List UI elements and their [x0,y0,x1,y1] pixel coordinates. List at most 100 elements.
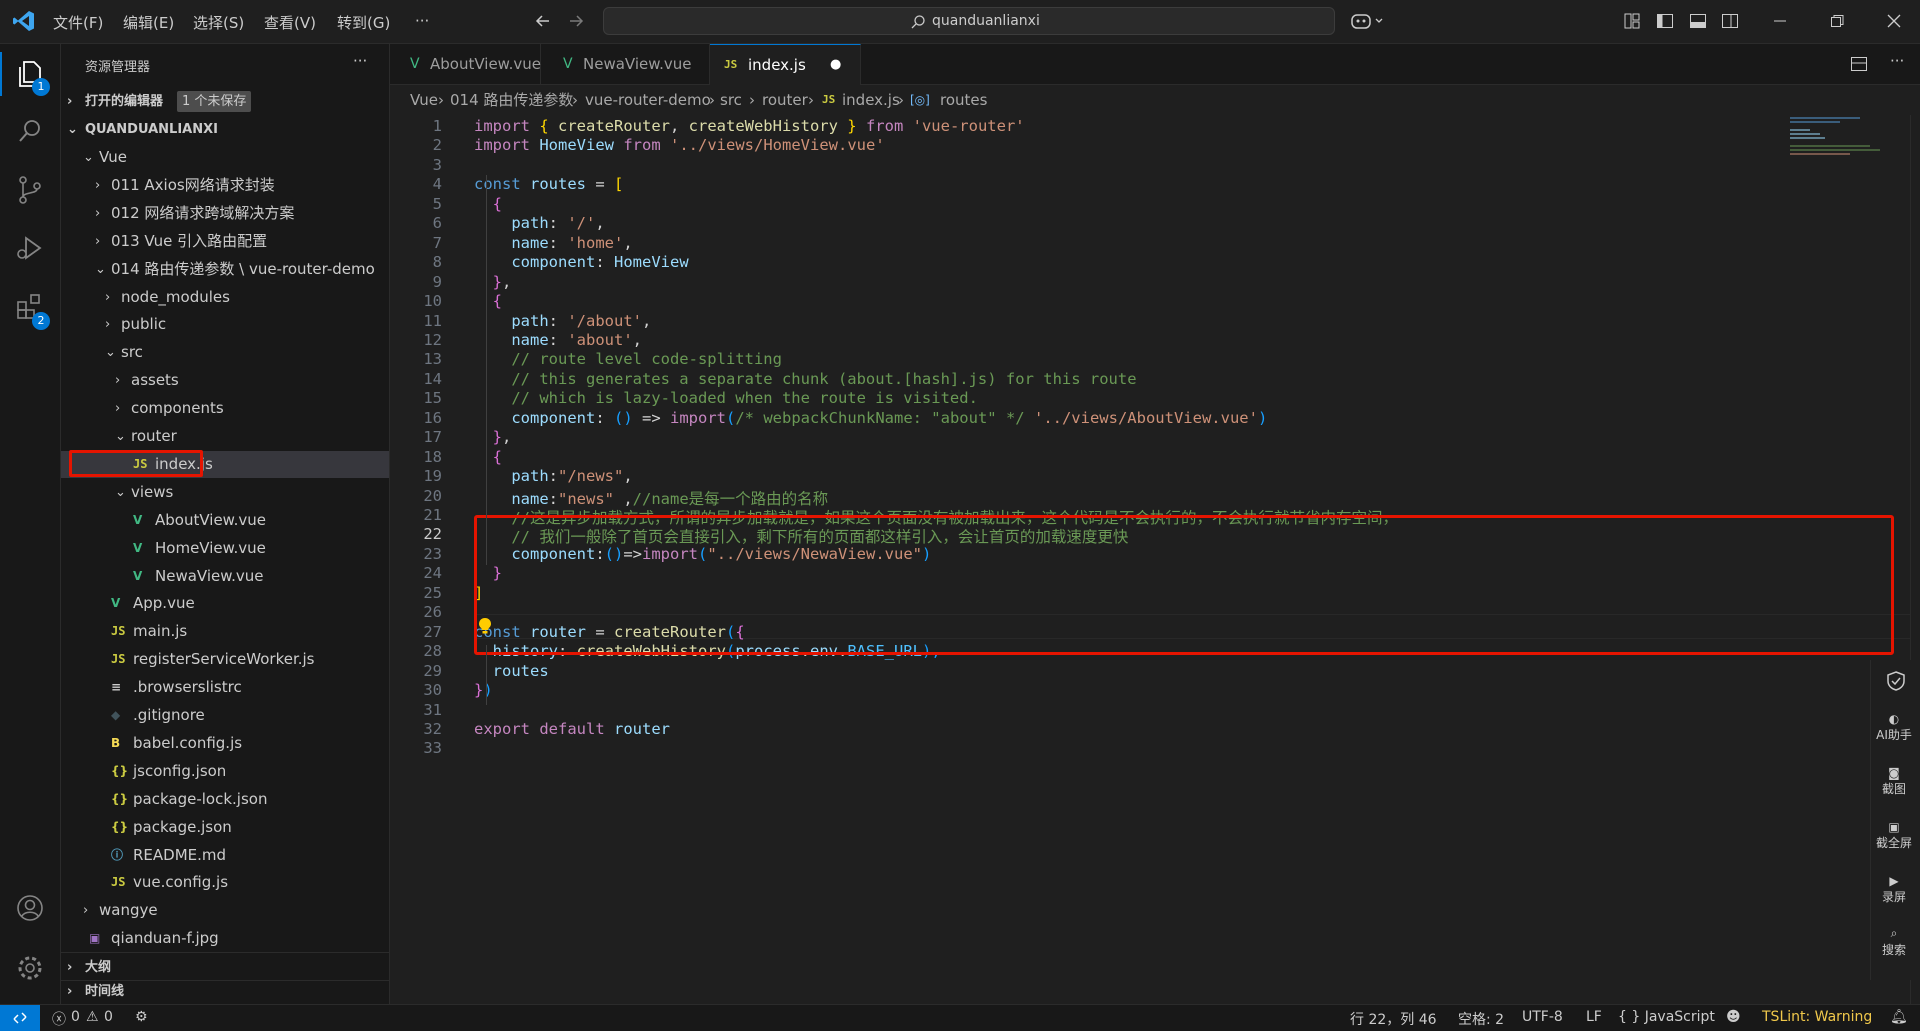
tree-item[interactable]: › 011 Axios网络请求封装 [61,172,389,199]
tree-item[interactable]: ⌄ views [61,479,389,506]
breadcrumb-item[interactable]: vue-router-demo [585,85,711,115]
screenshot-button[interactable]: ◙ 截图 [1872,766,1916,797]
tree-item[interactable]: ⌄ 014 路由传递参数 \ vue-router-demo [61,256,389,283]
code-token: 'home' [567,233,624,252]
split-editor-icon[interactable] [1850,56,1868,72]
babel-file-icon: B [111,735,121,750]
tree-item[interactable]: V NewaView.vue [61,563,389,590]
tree-item[interactable]: {} jsconfig.json [61,758,389,785]
tab-index-js[interactable]: JS index.js ● [710,44,861,85]
tree-item[interactable]: ▣ qianduan-f.jpg [61,925,389,952]
source-control-icon[interactable] [12,172,48,208]
copilot-icon[interactable] [1350,11,1388,31]
code-token: } [492,428,503,447]
annotation-highlight-box [474,515,1894,655]
tree-item-label: public [121,315,167,334]
debug-icon[interactable]: ⚙ [135,1009,148,1025]
warning-count[interactable]: 0 [104,1009,113,1025]
tree-item[interactable]: › assets [61,367,389,394]
tree-item[interactable]: V HomeView.vue [61,535,389,562]
breadcrumb-item[interactable]: router [762,85,808,115]
tree-item[interactable]: JS main.js [61,618,389,645]
tree-item[interactable]: › components [61,395,389,422]
breadcrumb-item[interactable]: src [720,85,742,115]
tree-item[interactable]: ◆ .gitignore [61,702,389,729]
error-count[interactable]: 0 [71,1009,80,1025]
ai-assistant-button[interactable]: ◐ AI助手 [1872,712,1916,743]
toggle-primary-sidebar-icon[interactable] [1655,11,1675,31]
account-icon[interactable] [12,890,48,926]
customize-layout-icon[interactable] [1622,11,1642,31]
menu-more[interactable]: ··· [415,12,429,30]
tree-item[interactable]: V AboutView.vue [61,507,389,534]
close-icon[interactable] [1884,11,1904,31]
indentation[interactable]: 空格: 2 [1458,1009,1504,1029]
timeline-section[interactable]: › 时间线 [61,978,389,1005]
tree-item[interactable]: V App.vue [61,590,389,617]
shield-icon[interactable] [1885,670,1907,692]
tree-item[interactable]: › 013 Vue 引入路由配置 [61,228,389,255]
code-editor[interactable]: 1 2 3 4 5 6 7 8 9 10 11 12 13 14 15 16 17 18 19 20 21 22 23 24 2… [390,115,1920,1004]
command-center-search[interactable]: quanduanlianxi [603,7,1335,35]
tree-item[interactable]: › wangye [61,897,389,924]
record-screen-button[interactable]: ▶ 录屏 [1872,874,1916,905]
menu-go[interactable]: 转到(G) [337,12,390,33]
tree-item[interactable]: Bbabel.config.js [61,730,389,757]
tree-item[interactable]: ≡ .browserslistrc [61,674,389,701]
outline-section[interactable]: › 大纲 [61,954,389,981]
code-token: , [623,467,633,486]
editor-more-button[interactable]: ··· [1890,52,1904,70]
minimize-icon[interactable] [1770,11,1790,31]
run-debug-icon[interactable] [12,230,48,266]
menu-view[interactable]: 查看(V) [264,12,316,33]
tree-item[interactable]: › 012 网络请求跨域解决方案 [61,200,389,227]
search-icon[interactable] [12,114,48,150]
language-mode[interactable]: { } JavaScript [1618,1009,1715,1025]
cursor-position[interactable]: 行 22，列 46 [1350,1009,1437,1029]
open-editors-section[interactable]: › 打开的编辑器 1 个未保存 [61,88,389,115]
menu-edit[interactable]: 编辑(E) [123,12,174,33]
tree-item[interactable]: {} package-lock.json [61,786,389,813]
screenshot-label: 截图 [1881,782,1906,796]
toggle-secondary-sidebar-icon[interactable] [1720,11,1740,31]
tree-item[interactable]: {} package.json [61,814,389,841]
breadcrumb-item[interactable]: routes [940,85,987,115]
tree-item[interactable]: ⌄ router [61,423,389,450]
fullscreen-capture-button[interactable]: ▣ 截全屏 [1872,820,1916,851]
copilot-icon[interactable]: ☻ [1726,1009,1741,1025]
menu-selection[interactable]: 选择(S) [193,12,244,33]
code-token: import [474,117,530,135]
tab-newaview[interactable]: V NewaView.vue [541,44,710,84]
search-button[interactable]: ⌕ 搜索 [1872,926,1916,958]
line-ending[interactable]: LF [1586,1009,1602,1025]
restore-icon[interactable] [1827,11,1847,31]
breadcrumb-item[interactable]: index.js [842,85,900,115]
settings-gear-icon[interactable] [12,950,48,986]
tree-item[interactable]: JS vue.config.js [61,869,389,896]
workspace-root[interactable]: ⌄ QUANDUANLIANXI [61,116,389,143]
tree-item[interactable]: ⓘ README.md [61,842,389,869]
arrow-left-icon[interactable] [533,11,553,31]
tree-item[interactable]: ⌄ src [61,339,389,366]
tree-item[interactable]: › public [61,311,389,338]
arrow-right-icon[interactable] [566,11,586,31]
menu-file[interactable]: 文件(F) [53,12,103,33]
code-token: default [539,719,605,738]
tslint-status[interactable]: TSLint: Warning [1762,1009,1872,1025]
notifications-icon[interactable]: 🔔︎ [1890,1009,1908,1025]
tree-item[interactable]: ⌄ Vue [61,144,389,171]
search-icon: ⌕ [1890,926,1898,940]
tab-aboutview[interactable]: V AboutView.vue [390,44,541,84]
tree-item[interactable]: › node_modules [61,284,389,311]
sidebar-more-button[interactable]: ··· [353,52,367,70]
tree-item[interactable]: JS registerServiceWorker.js [61,646,389,673]
unsaved-dot[interactable]: ● [830,45,841,85]
breadcrumb-item[interactable]: 014 路由传递参数 [450,85,573,115]
remote-indicator[interactable] [0,1005,40,1031]
minimap[interactable] [1790,115,1890,185]
breadcrumb-item[interactable]: Vue [410,85,438,115]
toggle-panel-icon[interactable] [1688,11,1708,31]
encoding[interactable]: UTF-8 [1522,1009,1563,1025]
